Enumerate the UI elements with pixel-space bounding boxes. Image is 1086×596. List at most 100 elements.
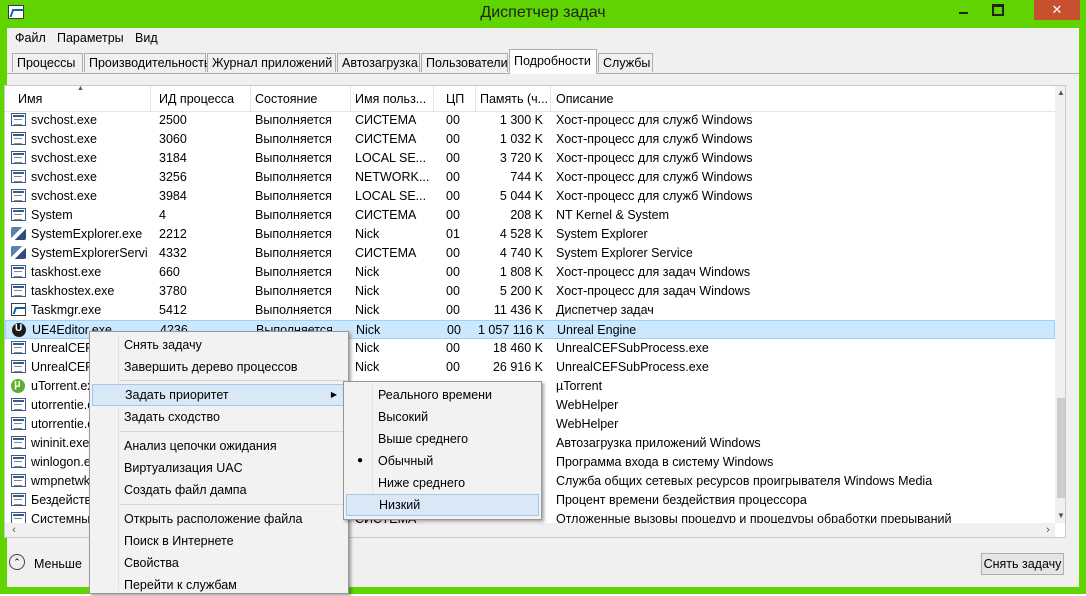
cell-status: Выполняется xyxy=(255,151,332,165)
cell-status: Выполняется xyxy=(255,303,332,317)
sort-ascending-icon: ▲ xyxy=(77,85,84,92)
cell-cpu: 00 xyxy=(446,189,460,203)
table-row[interactable]: SystemExplorer.exe 2212 Выполняется Nick 01 4… xyxy=(5,225,1055,244)
menu-item-end-task[interactable]: Снять задачу xyxy=(92,334,346,356)
menu-item-set-affinity[interactable]: Задать сходство xyxy=(92,406,346,428)
priority-below-normal[interactable]: Ниже среднего xyxy=(346,472,539,494)
scroll-left-icon[interactable]: ‹ xyxy=(7,523,21,537)
tab-details[interactable]: Подробности xyxy=(509,49,597,74)
table-row[interactable]: taskhost.exe 660 Выполняется Nick 00 1 808 K Х… xyxy=(5,263,1055,282)
column-header-memory[interactable]: Память (ч... xyxy=(480,92,548,106)
table-row[interactable]: svchost.exe 3256 Выполняется NETWORK... 00 74… xyxy=(5,168,1055,187)
table-row[interactable]: svchost.exe 3984 Выполняется LOCAL SE... 00 5… xyxy=(5,187,1055,206)
column-divider[interactable] xyxy=(250,86,251,111)
menu-separator xyxy=(120,431,346,432)
tab-app-history[interactable]: Журнал приложений xyxy=(207,53,336,72)
tab-processes[interactable]: Процессы xyxy=(12,53,83,72)
menu-file[interactable]: Файл xyxy=(15,31,46,45)
menu-item-create-dump[interactable]: Создать файл дампа xyxy=(92,479,346,501)
column-header-pid[interactable]: ИД процесса xyxy=(159,92,249,106)
cell-user: СИСТЕМА xyxy=(355,113,417,127)
scroll-right-icon[interactable]: › xyxy=(1041,523,1055,537)
cell-pid: 3256 xyxy=(159,170,187,184)
menu-item-properties[interactable]: Свойства xyxy=(92,552,346,574)
cell-description: Хост-процесс для задач Windows xyxy=(556,284,751,298)
menu-item-set-priority[interactable]: Задать приоритет ▶ xyxy=(92,384,346,406)
priority-above-normal[interactable]: Выше среднего xyxy=(346,428,539,450)
column-header-name[interactable]: Имя xyxy=(18,92,148,106)
column-divider[interactable] xyxy=(475,86,476,111)
cell-description: Хост-процесс для служб Windows xyxy=(556,113,753,127)
unreal-icon xyxy=(12,323,26,337)
cell-cpu: 01 xyxy=(446,227,460,241)
table-row[interactable]: svchost.exe 3060 Выполняется СИСТЕМА 00 1 032… xyxy=(5,130,1055,149)
column-header-description[interactable]: Описание xyxy=(556,92,756,106)
menu-item-go-to-services[interactable]: Перейти к службам xyxy=(92,574,346,596)
tab-users[interactable]: Пользователи xyxy=(421,53,508,72)
cell-memory: 4 740 K xyxy=(499,246,543,260)
cell-description: Хост-процесс для задач Windows xyxy=(556,265,751,279)
menu-options[interactable]: Параметры xyxy=(57,31,124,45)
radio-bullet-icon: ● xyxy=(357,455,364,466)
maximize-button[interactable] xyxy=(983,0,1013,20)
column-header-cpu[interactable]: ЦП xyxy=(446,92,476,106)
priority-realtime[interactable]: Реального времени xyxy=(346,384,539,406)
table-row[interactable]: svchost.exe 3184 Выполняется LOCAL SE... 00 3… xyxy=(5,149,1055,168)
menu-view[interactable]: Вид xyxy=(135,31,158,45)
minimize-button[interactable] xyxy=(948,0,978,20)
cell-name: taskhost.exe xyxy=(31,265,102,279)
table-row[interactable]: Taskmgr.exe 5412 Выполняется Nick 00 11 436 K… xyxy=(5,301,1055,320)
cell-pid: 3984 xyxy=(159,189,187,203)
menu-bar: Файл Параметры Вид xyxy=(7,28,1079,48)
cell-user: NETWORK... xyxy=(355,170,430,184)
menu-separator xyxy=(120,504,346,505)
priority-high[interactable]: Высокий xyxy=(346,406,539,428)
scroll-down-icon[interactable]: ▼ xyxy=(1055,509,1065,523)
column-divider[interactable] xyxy=(350,86,351,111)
cell-description: System Explorer xyxy=(556,227,648,241)
minimize-icon xyxy=(958,12,968,14)
scroll-thumb[interactable] xyxy=(1057,398,1065,498)
window-icon xyxy=(11,398,26,411)
tab-strip: Процессы Производительность Журнал прило… xyxy=(7,49,1079,74)
column-divider[interactable] xyxy=(550,86,551,111)
tab-services[interactable]: Службы xyxy=(598,53,653,72)
priority-low[interactable]: Низкий xyxy=(346,494,539,516)
end-task-button[interactable]: Снять задачу xyxy=(981,553,1064,575)
column-header-user[interactable]: Имя польз... xyxy=(355,92,430,106)
column-divider[interactable] xyxy=(433,86,434,111)
priority-submenu: Реального времени Высокий Выше среднего … xyxy=(343,381,542,520)
cell-user: LOCAL SE... xyxy=(355,189,427,203)
cell-description: Хост-процесс для служб Windows xyxy=(556,189,753,203)
menu-item-end-process-tree[interactable]: Завершить дерево процессов xyxy=(92,356,346,378)
menu-item-analyze-wait-chain[interactable]: Анализ цепочки ожидания xyxy=(92,435,346,457)
column-header-status[interactable]: Состояние xyxy=(255,92,347,106)
cell-pid: 2500 xyxy=(159,113,187,127)
priority-normal[interactable]: ● Обычный xyxy=(346,450,539,472)
cell-memory: 26 916 K xyxy=(492,360,543,374)
menu-item-search-online[interactable]: Поиск в Интернете xyxy=(92,530,346,552)
table-row[interactable]: taskhostex.exe 3780 Выполняется Nick 00 5 200… xyxy=(5,282,1055,301)
cell-status: Выполняется xyxy=(255,227,332,241)
tab-startup[interactable]: Автозагрузка xyxy=(337,53,420,72)
title-bar[interactable]: Диспетчер задач ✕ xyxy=(0,0,1086,28)
cell-pid: 4332 xyxy=(159,246,187,260)
scroll-up-icon[interactable]: ▲ xyxy=(1055,86,1065,100)
tab-performance[interactable]: Производительность xyxy=(84,53,210,72)
vertical-scrollbar[interactable]: ▲ ▼ xyxy=(1055,86,1065,523)
cell-pid: 3060 xyxy=(159,132,187,146)
menu-item-open-file-location[interactable]: Открыть расположение файла xyxy=(92,508,346,530)
collapse-icon[interactable]: ⌃ xyxy=(9,554,25,570)
cell-name: SystemExplorer.exe xyxy=(31,227,143,241)
cell-cpu: 00 xyxy=(446,151,460,165)
fewer-details-link[interactable]: Меньше xyxy=(34,557,82,571)
cell-description: System Explorer Service xyxy=(556,246,693,260)
cell-description: Хост-процесс для служб Windows xyxy=(556,132,753,146)
table-row[interactable]: System 4 Выполняется СИСТЕМА 00 208 K NT Kerne… xyxy=(5,206,1055,225)
menu-item-uac-virtualization[interactable]: Виртуализация UAC xyxy=(92,457,346,479)
column-divider[interactable] xyxy=(150,86,151,111)
window-icon xyxy=(11,455,26,468)
table-row[interactable]: SystemExplorerServi... 4332 Выполняется СИС… xyxy=(5,244,1055,263)
close-button[interactable]: ✕ xyxy=(1034,0,1080,20)
table-row[interactable]: svchost.exe 2500 Выполняется СИСТЕМА 00 1 300… xyxy=(5,111,1055,130)
